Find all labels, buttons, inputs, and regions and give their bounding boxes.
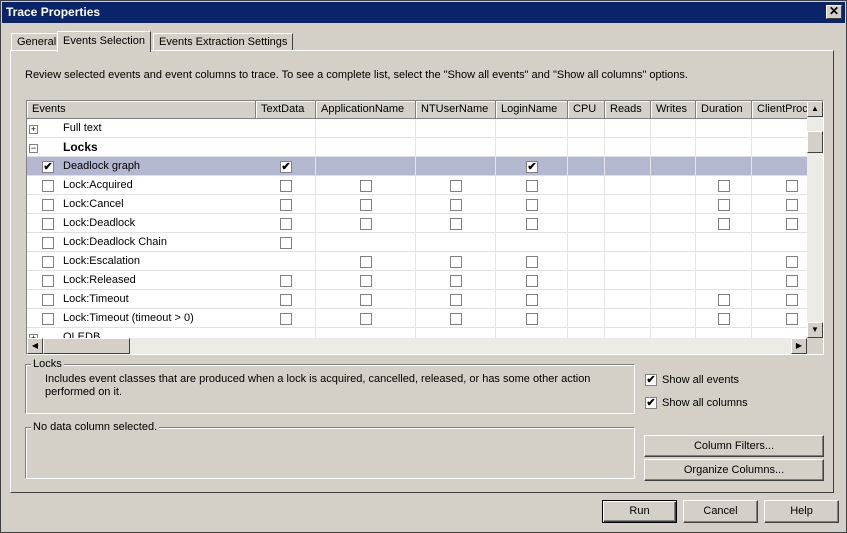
- tab-events-selection[interactable]: Events Selection: [57, 31, 151, 52]
- events-selection-panel: [10, 50, 834, 493]
- title-bar: Trace Properties ✕: [2, 2, 845, 23]
- run-button[interactable]: Run: [602, 500, 677, 523]
- cancel-button[interactable]: Cancel: [683, 500, 758, 523]
- tab-events-extraction-settings[interactable]: Events Extraction Settings: [153, 33, 294, 51]
- help-button[interactable]: Help: [764, 500, 839, 523]
- tab-general[interactable]: General: [11, 33, 63, 51]
- close-icon[interactable]: ✕: [826, 5, 842, 19]
- window-title: Trace Properties: [6, 5, 101, 19]
- trace-properties-dialog: Trace Properties ✕ General Events Select…: [0, 0, 847, 533]
